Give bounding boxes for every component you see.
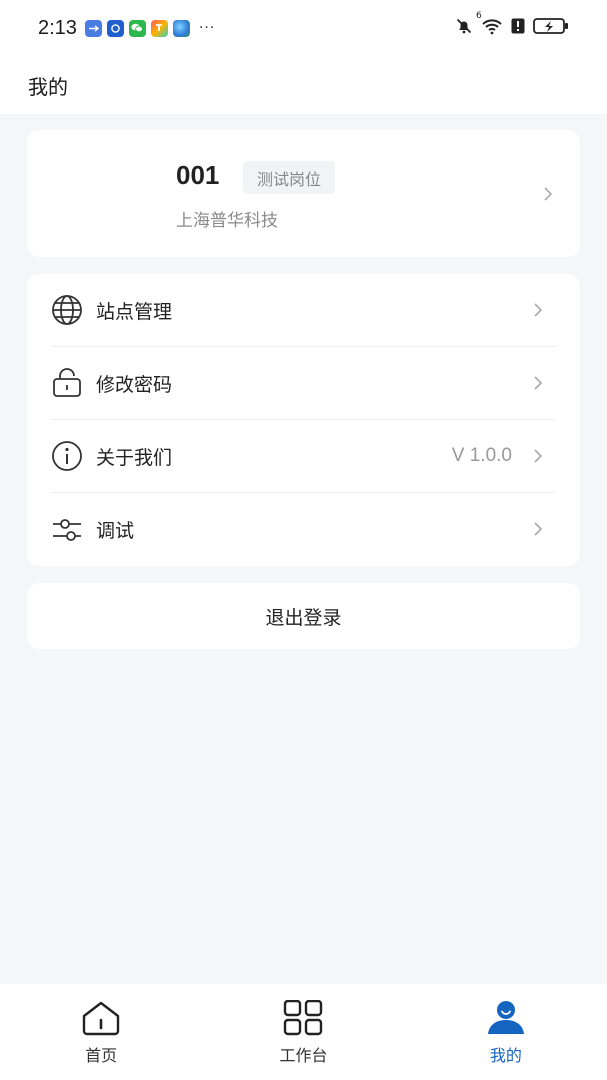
tab-mine[interactable]: 我的 (405, 984, 607, 1080)
more-notifications-icon: ··· (198, 20, 216, 36)
menu-item-label: 修改密码 (96, 373, 173, 396)
sliders-icon (51, 514, 83, 546)
menu-item-label: 站点管理 (96, 300, 173, 323)
status-system-icons: 6 (455, 11, 569, 39)
mute-bell-icon (455, 17, 473, 39)
chevron-right-icon (534, 376, 543, 390)
page-title: 我的 (28, 74, 68, 99)
bottom-tab-bar: 首页 工作台 我的 (0, 984, 607, 1080)
profile-card[interactable]: 001 测试岗位 上海普华科技 (27, 130, 580, 257)
wechat-app-icon (128, 19, 146, 37)
tab-label: 工作台 (279, 1046, 328, 1065)
menu-list: 站点管理 修改密码 关于我们 V 1.0.0 调试 (27, 274, 580, 566)
wifi-icon: 6 (476, 11, 503, 39)
status-app-icons: ··· (84, 19, 216, 37)
chevron-right-icon (534, 522, 543, 536)
menu-item-site-management[interactable]: 站点管理 (51, 274, 556, 347)
page-header: 我的 (0, 56, 607, 114)
menu-item-change-password[interactable]: 修改密码 (51, 347, 556, 420)
screen: 2:13 ··· 6 我的 001 测试岗位 上海普华科技 站点管理 修改密码 … (0, 0, 607, 1080)
status-time: 2:13 (38, 16, 77, 39)
logout-label: 退出登录 (265, 606, 342, 629)
colorful-app-icon (150, 19, 168, 37)
company-name: 上海普华科技 (176, 211, 278, 231)
user-icon (484, 998, 528, 1038)
logout-button[interactable]: 退出登录 (27, 583, 580, 649)
tab-label: 我的 (489, 1046, 522, 1065)
home-icon (79, 998, 123, 1038)
user-id: 001 (176, 160, 220, 190)
shield-app-icon (106, 19, 124, 37)
menu-item-label: 调试 (96, 520, 135, 542)
chevron-right-icon (534, 449, 543, 463)
battery-charging-icon (533, 17, 569, 39)
menu-item-debug[interactable]: 调试 (51, 493, 556, 566)
network-type-label: 6 (476, 11, 482, 21)
alert-icon (511, 18, 525, 38)
tab-home[interactable]: 首页 (0, 984, 202, 1080)
chevron-right-icon (544, 187, 553, 201)
app-version: V 1.0.0 (451, 445, 512, 466)
tab-workbench[interactable]: 工作台 (202, 984, 404, 1080)
usb-app-icon (84, 19, 102, 37)
menu-item-about-us[interactable]: 关于我们 V 1.0.0 (51, 420, 556, 493)
globe-app-icon (172, 19, 190, 37)
globe-icon (51, 294, 83, 326)
info-icon (51, 440, 83, 472)
menu-item-label: 关于我们 (96, 446, 173, 469)
tab-label: 首页 (85, 1046, 118, 1065)
lock-icon (51, 367, 83, 399)
role-badge: 测试岗位 (243, 161, 336, 194)
status-bar: 2:13 ··· 6 (0, 0, 607, 56)
chevron-right-icon (534, 303, 543, 317)
grid-icon (281, 998, 325, 1038)
